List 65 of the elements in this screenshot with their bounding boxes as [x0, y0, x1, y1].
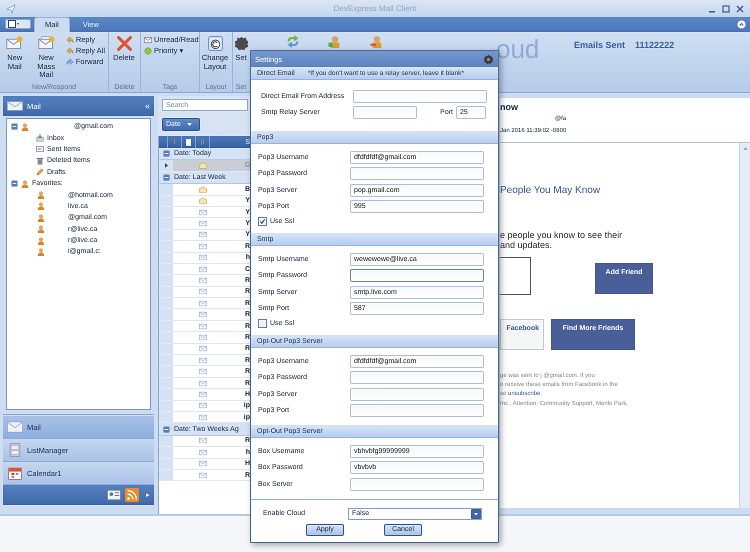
pencil-icon — [36, 168, 44, 176]
input-field[interactable] — [353, 90, 487, 103]
inbox-icon — [36, 134, 44, 142]
collapse-icon[interactable] — [11, 123, 18, 130]
input-field[interactable] — [350, 404, 484, 418]
input-field[interactable] — [353, 106, 417, 120]
person-icon — [37, 248, 45, 256]
message-subject: now — [500, 102, 519, 112]
contact-card-icon[interactable] — [107, 488, 121, 502]
close-icon[interactable] — [736, 4, 744, 12]
envelope-icon — [7, 101, 23, 111]
person-icon — [21, 122, 29, 131]
settings-icon — [232, 35, 250, 52]
logo-text: oud — [496, 36, 540, 62]
priority-icon — [144, 46, 152, 54]
person-icon — [37, 236, 45, 245]
window-title: DevExpress Mail Client — [334, 4, 416, 13]
paperclip-icon — [200, 138, 205, 146]
person-icon — [37, 202, 45, 210]
cabinet-icon — [7, 443, 23, 457]
collapse-ribbon-icon[interactable] — [737, 20, 746, 29]
checkbox[interactable] — [258, 216, 267, 226]
app-icon — [6, 4, 16, 14]
envelope-icon — [144, 36, 152, 44]
message-paragraph: e people you know to see their and updates. — [500, 230, 624, 251]
trash-icon — [36, 156, 44, 165]
collapse-icon[interactable] — [163, 150, 170, 158]
scrollbar[interactable] — [739, 143, 750, 508]
collapse-icon[interactable] — [163, 426, 170, 433]
envelope-icon — [38, 35, 55, 52]
person-icon — [21, 180, 29, 188]
collapse-icon[interactable] — [163, 174, 170, 181]
maximize-icon[interactable] — [722, 4, 730, 12]
collapse-icon[interactable] — [11, 180, 18, 188]
envelope-icon — [6, 35, 24, 52]
person-icon — [37, 214, 45, 222]
input-field[interactable] — [350, 388, 484, 401]
message-heading: People You May Know — [500, 185, 602, 196]
reply-all-icon — [66, 46, 74, 54]
forward-icon — [66, 58, 74, 66]
envelope-icon — [36, 145, 44, 154]
layout-icon — [206, 35, 224, 52]
row-indicator-icon — [164, 163, 168, 168]
sync-icon[interactable] — [285, 35, 301, 48]
calendar-icon — [7, 466, 23, 480]
rss-icon[interactable] — [125, 488, 139, 502]
checkbox[interactable] — [258, 318, 267, 328]
input-field[interactable] — [350, 167, 484, 180]
application-menu-button[interactable] — [5, 19, 31, 29]
emails-sent-label: Emails Sent — [574, 40, 626, 50]
input-field[interactable] — [350, 269, 484, 282]
caret-icon — [186, 123, 192, 126]
person-icon — [37, 225, 45, 234]
collapse-button[interactable]: « — [144, 101, 150, 111]
envelope-icon — [7, 420, 23, 434]
input-field[interactable] — [350, 478, 484, 491]
input-field[interactable] — [350, 371, 484, 384]
reply-icon — [66, 36, 74, 44]
delete-icon — [116, 35, 132, 52]
person-icon — [37, 191, 45, 200]
arrow-up-icon[interactable] — [742, 147, 748, 150]
emails-sent-count: 11122222 — [635, 40, 674, 50]
gear-icon — [483, 54, 494, 64]
document-icon — [186, 138, 191, 146]
profile-photo-frame — [500, 256, 531, 295]
